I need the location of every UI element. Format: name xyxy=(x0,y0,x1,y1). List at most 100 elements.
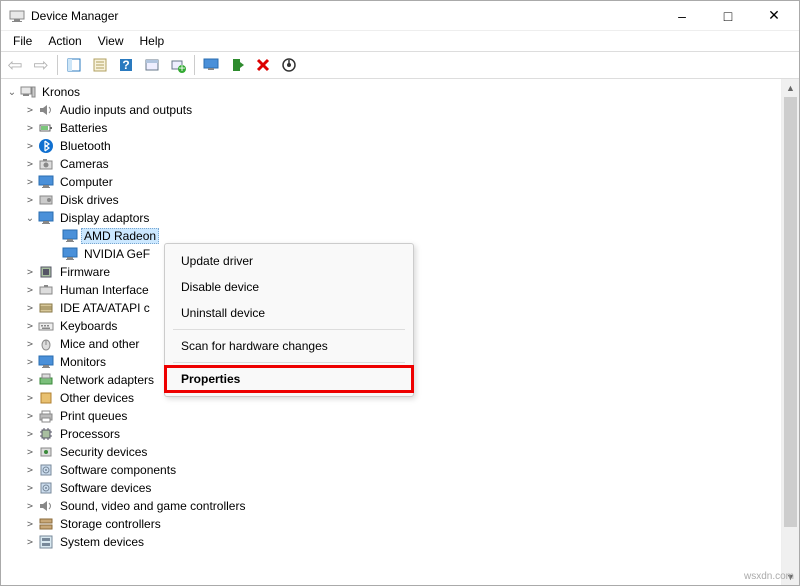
arrow-right-icon: ⇨ xyxy=(33,56,48,74)
ctx-properties[interactable]: Properties xyxy=(165,366,413,392)
collapse-icon[interactable]: ⌄ xyxy=(23,211,37,225)
chip-icon xyxy=(37,264,55,280)
tree-node-audio[interactable]: >Audio inputs and outputs xyxy=(1,101,781,119)
monitor-icon xyxy=(37,174,55,190)
expand-icon[interactable]: > xyxy=(23,373,37,387)
speaker-icon xyxy=(37,498,55,514)
tree-node-display[interactable]: ⌄Display adaptors xyxy=(1,209,781,227)
expand-icon[interactable]: > xyxy=(23,427,37,441)
uninstall-device-button[interactable] xyxy=(251,53,275,77)
camera-icon xyxy=(37,156,55,172)
expand-icon[interactable]: > xyxy=(23,391,37,405)
expand-icon[interactable]: > xyxy=(23,319,37,333)
expand-icon[interactable]: > xyxy=(23,445,37,459)
menu-file[interactable]: File xyxy=(5,32,40,50)
tree-node-processors[interactable]: >Processors xyxy=(1,425,781,443)
tree-node-label: Human Interface xyxy=(57,282,152,298)
update-driver-icon: + xyxy=(170,57,186,73)
monitor-icon xyxy=(37,210,55,226)
scroll-up-button[interactable]: ▲ xyxy=(782,79,799,96)
expand-icon[interactable]: > xyxy=(23,157,37,171)
tree-node-label: Kronos xyxy=(39,84,83,100)
tree-node-swcomp[interactable]: >Software components xyxy=(1,461,781,479)
expand-icon[interactable]: > xyxy=(23,463,37,477)
expand-icon[interactable]: > xyxy=(23,535,37,549)
tree-node-swdev[interactable]: > Software devices xyxy=(1,479,781,497)
mouse-icon xyxy=(37,336,55,352)
title-bar: Device Manager – □ ✕ xyxy=(1,1,799,31)
expand-icon[interactable]: > xyxy=(23,121,37,135)
tree-node-storage[interactable]: >Storage controllers xyxy=(1,515,781,533)
tree-node-label: Cameras xyxy=(57,156,112,172)
properties-button[interactable] xyxy=(88,53,112,77)
tree-node-label: Print queues xyxy=(57,408,130,424)
update-driver-button[interactable]: + xyxy=(166,53,190,77)
tree-node-computer[interactable]: >Computer xyxy=(1,173,781,191)
expand-icon[interactable]: > xyxy=(23,193,37,207)
vertical-scrollbar[interactable]: ▲ ▼ xyxy=(782,79,799,585)
printer-icon xyxy=(37,408,55,424)
scroll-thumb[interactable] xyxy=(784,97,797,527)
forward-button[interactable]: ⇨ xyxy=(29,53,53,77)
tree-node-label: IDE ATA/ATAPI c xyxy=(57,300,153,316)
expand-icon[interactable]: > xyxy=(23,283,37,297)
ide-icon xyxy=(37,300,55,316)
expand-icon[interactable]: > xyxy=(23,517,37,531)
expand-icon[interactable]: > xyxy=(23,499,37,513)
disk-icon xyxy=(37,192,55,208)
collapse-icon[interactable]: ⌄ xyxy=(5,85,19,99)
menu-view[interactable]: View xyxy=(90,32,132,50)
app-icon xyxy=(9,8,25,24)
tree-node-print[interactable]: > Print queues xyxy=(1,407,781,425)
tree-node-sysdev[interactable]: >System devices xyxy=(1,533,781,551)
monitor-icon xyxy=(37,354,55,370)
tree-node-label: Mice and other xyxy=(57,336,142,352)
bt-icon xyxy=(37,138,55,154)
expand-icon[interactable]: > xyxy=(23,103,37,117)
properties-icon xyxy=(92,57,108,73)
ctx-disable-device[interactable]: Disable device xyxy=(165,274,413,300)
disable-device-button[interactable] xyxy=(277,53,301,77)
monitor-scan-icon xyxy=(203,57,219,73)
tree-root-kronos[interactable]: ⌄ Kronos xyxy=(1,83,781,101)
pc-icon xyxy=(19,84,37,100)
expand-icon[interactable]: > xyxy=(23,337,37,351)
tree-node-label: Software devices xyxy=(57,480,154,496)
expand-icon[interactable]: > xyxy=(23,175,37,189)
minimize-button[interactable]: – xyxy=(659,1,705,31)
expand-icon[interactable]: > xyxy=(23,355,37,369)
expand-icon[interactable]: > xyxy=(23,301,37,315)
expand-icon[interactable]: > xyxy=(23,139,37,153)
menu-action[interactable]: Action xyxy=(40,32,89,50)
scan-hardware-button[interactable] xyxy=(199,53,223,77)
window-title: Device Manager xyxy=(31,9,659,23)
expand-icon[interactable]: > xyxy=(23,409,37,423)
system-icon xyxy=(37,534,55,550)
expand-icon[interactable]: > xyxy=(23,265,37,279)
tree-node-sound[interactable]: > Sound, video and game controllers xyxy=(1,497,781,515)
tree-node-batteries[interactable]: >Batteries xyxy=(1,119,781,137)
tree-node-cameras[interactable]: > Cameras xyxy=(1,155,781,173)
back-button[interactable]: ⇦ xyxy=(3,53,27,77)
maximize-button[interactable]: □ xyxy=(705,1,751,31)
tree-node-label: Other devices xyxy=(57,390,137,406)
tree-node-label: Sound, video and game controllers xyxy=(57,498,248,514)
help-icon: ? xyxy=(118,57,134,73)
help-button[interactable]: ? xyxy=(114,53,138,77)
expand-icon[interactable]: > xyxy=(23,481,37,495)
monitor-icon xyxy=(61,246,79,262)
menu-help[interactable]: Help xyxy=(132,32,173,50)
ctx-scan-hardware[interactable]: Scan for hardware changes xyxy=(165,333,413,359)
tree-node-label: Security devices xyxy=(57,444,150,460)
tree-node-diskdrives[interactable]: >Disk drives xyxy=(1,191,781,209)
ctx-uninstall-device[interactable]: Uninstall device xyxy=(165,300,413,326)
action-button[interactable] xyxy=(140,53,164,77)
enable-device-button[interactable] xyxy=(225,53,249,77)
show-hide-tree-button[interactable] xyxy=(62,53,86,77)
ctx-update-driver[interactable]: Update driver xyxy=(165,248,413,274)
delete-icon xyxy=(255,57,271,73)
tree-node-bluetooth[interactable]: >Bluetooth xyxy=(1,137,781,155)
cpu-icon xyxy=(37,426,55,442)
tree-node-security[interactable]: > Security devices xyxy=(1,443,781,461)
close-button[interactable]: ✕ xyxy=(751,1,797,31)
